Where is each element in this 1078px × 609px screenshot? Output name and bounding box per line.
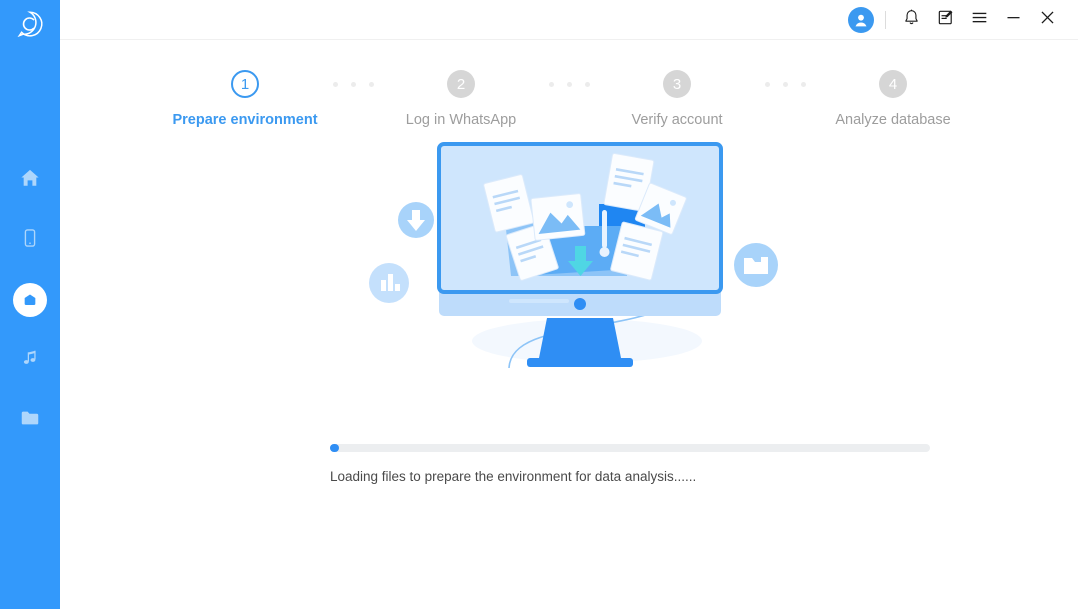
progress-bar[interactable] [330, 444, 930, 452]
minimize-icon [1004, 8, 1023, 32]
step-3-verify-account[interactable]: 3 Verify account [582, 70, 772, 128]
main-panel: 1 Prepare environment 2 Log in WhatsApp [60, 0, 1078, 609]
video-badge-glyph [734, 243, 778, 287]
notifications-button[interactable] [894, 5, 928, 35]
monitor-file-transfer-illustration [60, 136, 1078, 376]
sidebar-item-whatsapp-transfer[interactable] [0, 270, 60, 330]
step-3-number: 3 [663, 70, 691, 98]
bell-icon [902, 8, 921, 32]
sidebar-item-music[interactable] [0, 330, 60, 390]
step-2-label: Log in WhatsApp [405, 112, 517, 128]
step-3-label: Verify account [631, 112, 723, 128]
chart-badge-glyph [369, 263, 409, 303]
connector-dot [566, 82, 572, 87]
avatar-icon [848, 6, 874, 33]
feedback-edit-icon [936, 8, 955, 32]
titlebar-divider [885, 10, 886, 29]
step-connector-3 [764, 82, 806, 87]
connector-dot [782, 82, 788, 87]
sidebar-item-home[interactable] [0, 150, 60, 210]
connector-dot [350, 82, 356, 87]
connector-dot [332, 82, 338, 87]
mobile-phone-icon [19, 227, 41, 254]
progress-section: Loading files to prepare the environment… [330, 444, 930, 484]
close-icon [1038, 8, 1057, 32]
folder-icon [19, 407, 41, 434]
step-2-number: 2 [447, 70, 475, 98]
droplet-hexagon-icon [13, 283, 47, 317]
hamburger-menu-icon [970, 8, 989, 32]
sidebar-item-device[interactable] [0, 210, 60, 270]
step-4-analyze-database[interactable]: 4 Analyze database [798, 70, 988, 128]
progress-status-text: Loading files to prepare the environment… [330, 469, 697, 484]
sidebar [0, 0, 60, 609]
stepper: 1 Prepare environment 2 Log in WhatsApp [60, 40, 1078, 128]
step-4-number: 4 [879, 70, 907, 98]
step-1-number: 1 [231, 70, 259, 98]
step-1-label: Prepare environment [172, 112, 318, 128]
step-connector-1 [332, 82, 374, 87]
sidebar-nav [0, 150, 60, 450]
download-badge-glyph [398, 202, 434, 238]
app-window: 1 Prepare environment 2 Log in WhatsApp [0, 0, 1078, 609]
menu-button[interactable] [962, 5, 996, 35]
connector-dot [764, 82, 770, 87]
titlebar [60, 0, 1078, 40]
app-logo[interactable] [0, 0, 60, 52]
minimize-button[interactable] [996, 5, 1030, 35]
step-connector-2 [548, 82, 590, 87]
feedback-button[interactable] [928, 5, 962, 35]
progress-bar-fill [330, 444, 339, 452]
step-2-log-in-whatsapp[interactable]: 2 Log in WhatsApp [366, 70, 556, 128]
step-1-prepare-environment[interactable]: 1 Prepare environment [150, 70, 340, 128]
connector-dot [548, 82, 554, 87]
chat-bubble-c-logo-icon [15, 9, 45, 44]
close-button[interactable] [1030, 5, 1064, 35]
home-icon [19, 167, 41, 194]
account-avatar-button[interactable] [845, 5, 879, 35]
content-area: 1 Prepare environment 2 Log in WhatsApp [60, 40, 1078, 609]
music-note-icon [20, 348, 40, 373]
sidebar-item-files[interactable] [0, 390, 60, 450]
step-4-label: Analyze database [835, 112, 951, 128]
